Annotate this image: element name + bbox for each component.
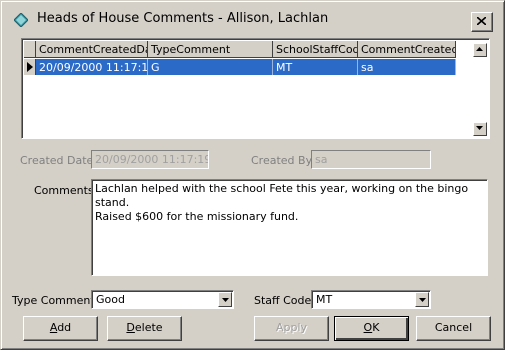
column-header-date[interactable]: CommentCreatedDate [36, 41, 148, 58]
scroll-up-button[interactable] [473, 43, 487, 57]
add-button[interactable]: Add [23, 316, 98, 341]
cell-by[interactable]: sa [358, 59, 456, 75]
table-row[interactable]: 20/09/2000 11:17:19 G MT sa [24, 59, 456, 75]
cell-type[interactable]: G [148, 59, 273, 75]
close-button[interactable] [471, 12, 493, 32]
column-header-staff[interactable]: SchoolStaffCode [273, 41, 358, 58]
delete-button-label-post: elete [134, 321, 163, 334]
created-by-label: Created By: [251, 154, 315, 167]
apply-button-label: Apply [275, 321, 308, 334]
cancel-button[interactable]: Cancel [416, 316, 491, 341]
grid-header: CommentCreatedDate TypeComment SchoolSta… [24, 41, 456, 58]
delete-button[interactable]: Delete [107, 316, 182, 341]
cell-date[interactable]: 20/09/2000 11:17:19 [36, 59, 148, 75]
column-header-type[interactable]: TypeComment [148, 41, 273, 58]
created-date-field: 20/09/2000 11:17:19 [91, 150, 209, 169]
dropdown-arrow-icon [222, 298, 229, 302]
dropdown-arrow-icon [419, 298, 426, 302]
scroll-down-button[interactable] [473, 122, 487, 136]
diamond-app-icon [14, 13, 28, 27]
type-comment-label: Type Comment: [12, 294, 99, 307]
row-indicator [24, 59, 36, 75]
staff-code-select[interactable]: MT [311, 290, 431, 309]
type-comment-dropdown-button[interactable] [218, 292, 232, 307]
delete-button-accelerator: D [126, 321, 135, 334]
close-icon [477, 17, 486, 25]
cell-staff[interactable]: MT [273, 59, 358, 75]
scroll-up-arrow-icon [476, 47, 483, 51]
dialog-window: Heads of House Comments - Allison, Lachl… [0, 0, 505, 350]
created-date-label: Created Date: [20, 154, 98, 167]
title-bar[interactable]: Heads of House Comments - Allison, Lachl… [4, 4, 501, 34]
comments-grid[interactable]: CommentCreatedDate TypeComment SchoolSta… [21, 38, 490, 139]
ok-button-accelerator: O [363, 321, 373, 334]
staff-code-dropdown-button[interactable] [415, 292, 429, 307]
staff-code-value: MT [316, 293, 333, 306]
comments-textarea[interactable]: Lachlan helped with the school Fete this… [91, 179, 488, 276]
grid-corner [24, 41, 36, 58]
window-title: Heads of House Comments - Allison, Lachl… [37, 11, 329, 26]
apply-button[interactable]: Apply [254, 316, 329, 341]
grid-vertical-scrollbar[interactable] [471, 41, 487, 136]
cancel-button-label: Cancel [434, 321, 473, 334]
row-pointer-icon [27, 62, 33, 72]
scroll-down-arrow-icon [476, 126, 483, 130]
comments-label: Comments: [34, 184, 98, 197]
type-comment-value: Good [96, 293, 125, 306]
add-button-label-post: dd [57, 321, 72, 334]
ok-button-label-post: K [372, 321, 380, 334]
type-comment-select[interactable]: Good [91, 290, 234, 309]
created-by-field: sa [311, 150, 431, 169]
column-header-by[interactable]: CommentCreatedBy [358, 41, 456, 58]
ok-button[interactable]: OK [334, 316, 409, 341]
staff-code-label: Staff Code: [254, 294, 315, 307]
